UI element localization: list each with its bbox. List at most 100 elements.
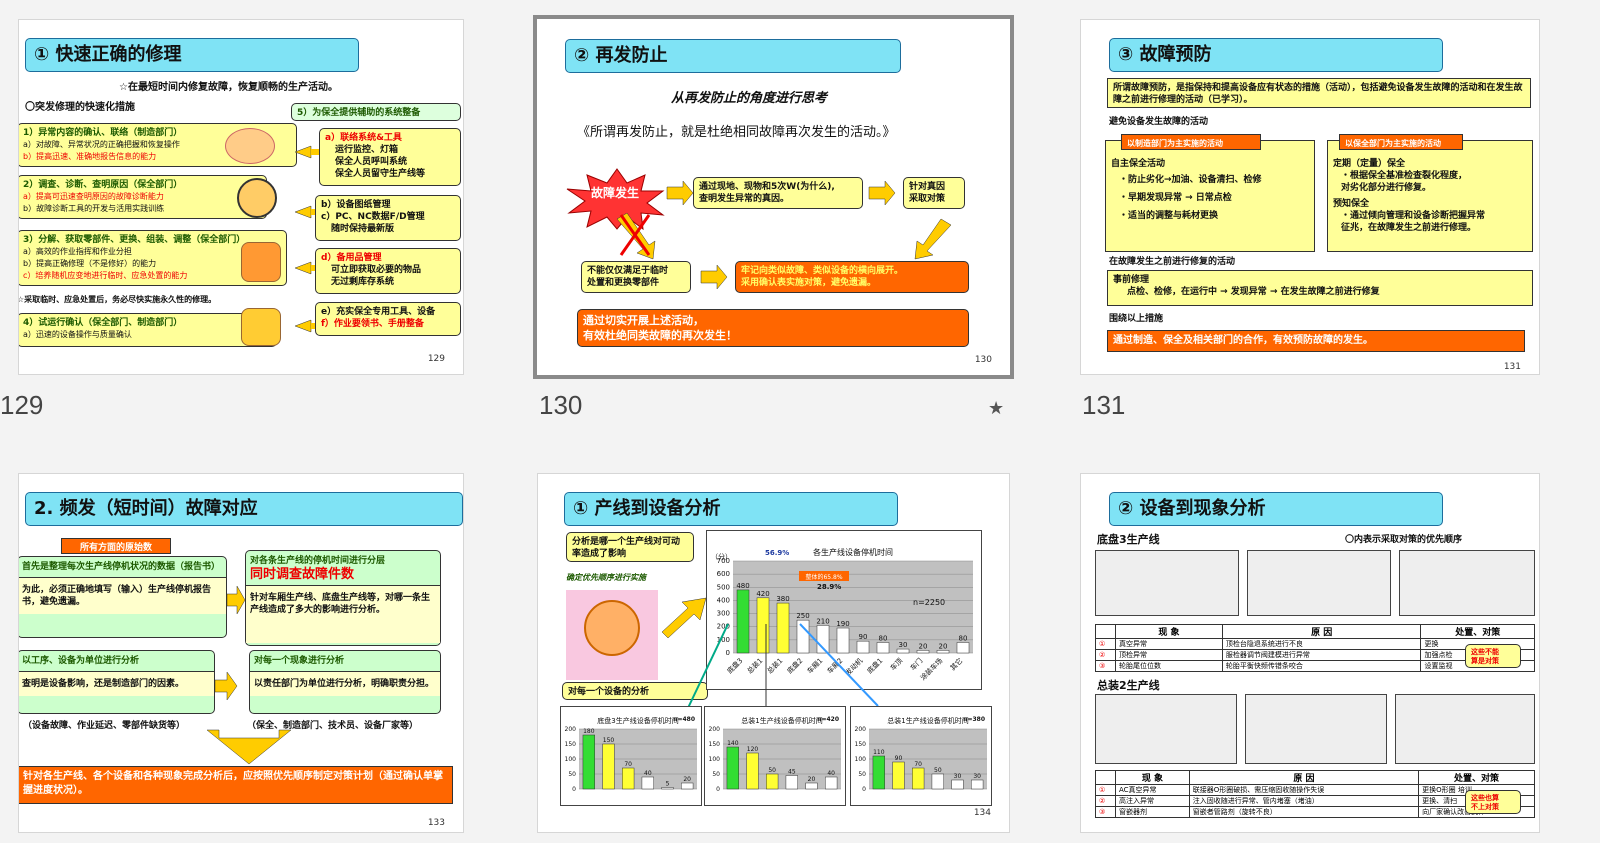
section-heading: 围绕以上措施 xyxy=(1109,314,1164,324)
y-tick-label: 150 xyxy=(565,741,577,748)
slide-thumbnail-133[interactable]: 2. 频发（短时间）故障对应 所有方面的原始数 首先是整理每次生产线停机状况的数… xyxy=(18,473,464,833)
activity-line: ・通过倾向管理和设备诊断把握异常 xyxy=(1341,211,1486,221)
y-tick-label: 200 xyxy=(709,726,721,733)
mini-chart xyxy=(1095,694,1237,764)
support-box-e: e）充实保全专用工具、设备 f）作业要领书、手册整备 xyxy=(315,302,461,336)
callout-note: 这些也算 不上对策 xyxy=(1465,790,1521,814)
pre-repair-box: 事前修理 点检、检修，在运行中 → 发现异常 → 在发生故障之前进行修复 xyxy=(1107,270,1533,306)
data-label: 20 xyxy=(683,776,691,783)
support-box-a: a）联络系统&工具 运行监控、灯箱 保全人员呼叫系统 保全人员留守生产线等 xyxy=(319,128,461,186)
support-box-b: b）设备图纸管理 c）PC、NC数据F/D管理 随时保持最新版 xyxy=(315,195,461,241)
chart-bar xyxy=(951,779,964,790)
slide-title: ② 设备到现象分析 xyxy=(1109,492,1443,526)
support-line: 可立即获取必要的物品 xyxy=(331,265,422,275)
support-line: 保全人员留守生产线等 xyxy=(335,169,426,179)
sub-chart-svg: 0 50 100 150 200 110 90 70 50 30 30 总装1生产线设备停机时间n=3… xyxy=(855,716,987,793)
data-label: 30 xyxy=(973,773,981,780)
activity-line: ・防止劣化→加油、设备清扫、检修 xyxy=(1119,175,1262,185)
data-label: 150 xyxy=(603,737,615,744)
data-label: 20 xyxy=(808,776,816,783)
chart-title: 总装1生产线设备停机时间 xyxy=(887,716,968,725)
support-head: a）联络系统&工具 xyxy=(325,133,402,143)
star-icon[interactable]: ★ xyxy=(988,398,1004,419)
sub-bar-chart-2: 0 50 100 150 200 140 120 50 45 20 40 总装1生产线设备停机时间 n=… xyxy=(704,706,846,806)
chart-bar xyxy=(681,782,694,790)
slide-thumbnail-135[interactable]: ② 设备到现象分析 底盘3生产线 〇内表示采取对策的优先顺序 现 象原 因处置、… xyxy=(1080,473,1540,833)
slide-thumbnail-131[interactable]: ③ 故障预防 所谓故障预防，是指保持和提高设备应有状态的措施（活动），包括避免设… xyxy=(1080,19,1540,375)
sub-bar-chart-3: 0 50 100 150 200 110 90 70 50 30 30 总装1生产线设备停机时间 n=3… xyxy=(850,706,992,806)
mini-chart xyxy=(1245,694,1387,764)
y-tick-label: 0 xyxy=(572,786,576,793)
chart-bar xyxy=(892,761,905,790)
data-label: 40 xyxy=(827,770,835,777)
slide-number-label: 131 xyxy=(1082,390,1126,420)
box-line: 点检、检修，在运行中 → 发现异常 → 在发生故障之前进行修复 xyxy=(1127,287,1380,297)
data-label: 50 xyxy=(768,767,776,774)
y-tick-label: 200 xyxy=(855,726,867,733)
chart-bar xyxy=(622,767,635,790)
sub-bar-chart-1: 0 50 100 150 200 180 150 70 40 5 20 底盘3生产线设备停机时间 n=4… xyxy=(560,706,702,806)
chart-bar xyxy=(872,755,885,790)
y-tick-label: 150 xyxy=(709,741,721,748)
chart-bar xyxy=(931,773,944,790)
support-head: e）充实保全专用工具、设备 xyxy=(321,307,436,317)
annotation: n=420 xyxy=(817,716,839,723)
activity-line: 对劣化部分进行修复。 xyxy=(1341,183,1432,193)
data-label: 70 xyxy=(914,761,922,768)
sub-chart-svg: 0 50 100 150 200 180 150 70 40 5 20 底盘3生产线设备停机时间n=4… xyxy=(565,716,697,793)
support-head: d）备用品管理 xyxy=(321,253,382,263)
y-tick-label: 0 xyxy=(716,786,720,793)
table-header: 处置、对策 xyxy=(1418,770,1535,785)
slide-number-label: 129 xyxy=(0,390,44,420)
slide-thumbnail-130[interactable]: ② 再发防止 从再发防止的角度进行思考 《所谓再发防止，就是杜绝相同故障再次发生… xyxy=(533,15,1014,379)
callout-note: 这些不能 算是对策 xyxy=(1465,644,1521,668)
chart-bar xyxy=(582,734,595,790)
annotation: n=380 xyxy=(963,716,985,723)
slide-title: ③ 故障预防 xyxy=(1109,38,1443,72)
chart-bar xyxy=(971,779,984,790)
chart-bar xyxy=(912,767,925,790)
data-label: 110 xyxy=(873,749,885,756)
right-tag: 以保全部门为主实施的活动 xyxy=(1339,134,1463,150)
chart-bar xyxy=(726,746,739,790)
support-box-d: d）备用品管理 可立即获取必要的物品 无过剩库存系统 xyxy=(315,248,461,294)
support-line: 随时保持最新版 xyxy=(331,224,395,234)
chart-bar xyxy=(661,787,674,790)
chart-bar xyxy=(825,776,838,790)
table-header: 原 因 xyxy=(1221,624,1422,639)
page-number: 129 xyxy=(427,354,445,364)
box-head: 事前修理 xyxy=(1113,275,1150,285)
table-header: 现 象 xyxy=(1115,624,1223,639)
section-heading: 在故障发生之前进行修复的活动 xyxy=(1109,257,1236,267)
data-label: 140 xyxy=(727,740,739,747)
data-label: 50 xyxy=(934,767,942,774)
data-label: 30 xyxy=(954,773,962,780)
support-line: 运行监控、灯箱 xyxy=(335,145,399,155)
activity-line: ・适当的调整与耗材更换 xyxy=(1119,211,1219,221)
slide-thumbnail-134[interactable]: ① 产线到设备分析 分析是哪一个生产线对可动率造成了影响 确定优先顺序进行实施 … xyxy=(537,473,1010,833)
line-heading: 总装2生产线 xyxy=(1097,679,1160,692)
line-heading: 底盘3生产线 xyxy=(1097,533,1160,546)
y-tick-label: 100 xyxy=(855,756,867,763)
mini-chart xyxy=(1247,550,1391,616)
table-header: 现 象 xyxy=(1115,770,1190,785)
chart-bar xyxy=(805,782,818,790)
support-line: 保全人员呼叫系统 xyxy=(335,157,408,167)
y-tick-label: 150 xyxy=(855,741,867,748)
chart-bar xyxy=(602,743,615,790)
activity-line: 征兆，在故障发生之前进行修理。 xyxy=(1341,223,1477,233)
data-label: 120 xyxy=(747,746,759,753)
support-line: c）PC、NC数据F/D管理 xyxy=(321,212,425,222)
y-tick-label: 50 xyxy=(712,771,720,778)
slide-thumbnail-129[interactable]: ① 快速正确的修理 ☆在最短时间内修复故障，恢复顺畅的生产活动。 〇突发修理的快… xyxy=(18,19,464,375)
data-label: 40 xyxy=(644,770,652,777)
support-line: 无过剩库存系统 xyxy=(331,277,395,287)
mini-chart xyxy=(1399,550,1535,616)
chart-title: 总装1生产线设备停机时间 xyxy=(741,716,822,725)
chart-bar xyxy=(746,752,759,790)
chart-bar xyxy=(766,773,779,790)
activity-line: 预知保全 xyxy=(1333,199,1370,209)
legend-text: 〇内表示采取对策的优先顺序 xyxy=(1345,535,1463,545)
annotation: n=480 xyxy=(673,716,695,723)
page-number: 133 xyxy=(427,818,445,828)
